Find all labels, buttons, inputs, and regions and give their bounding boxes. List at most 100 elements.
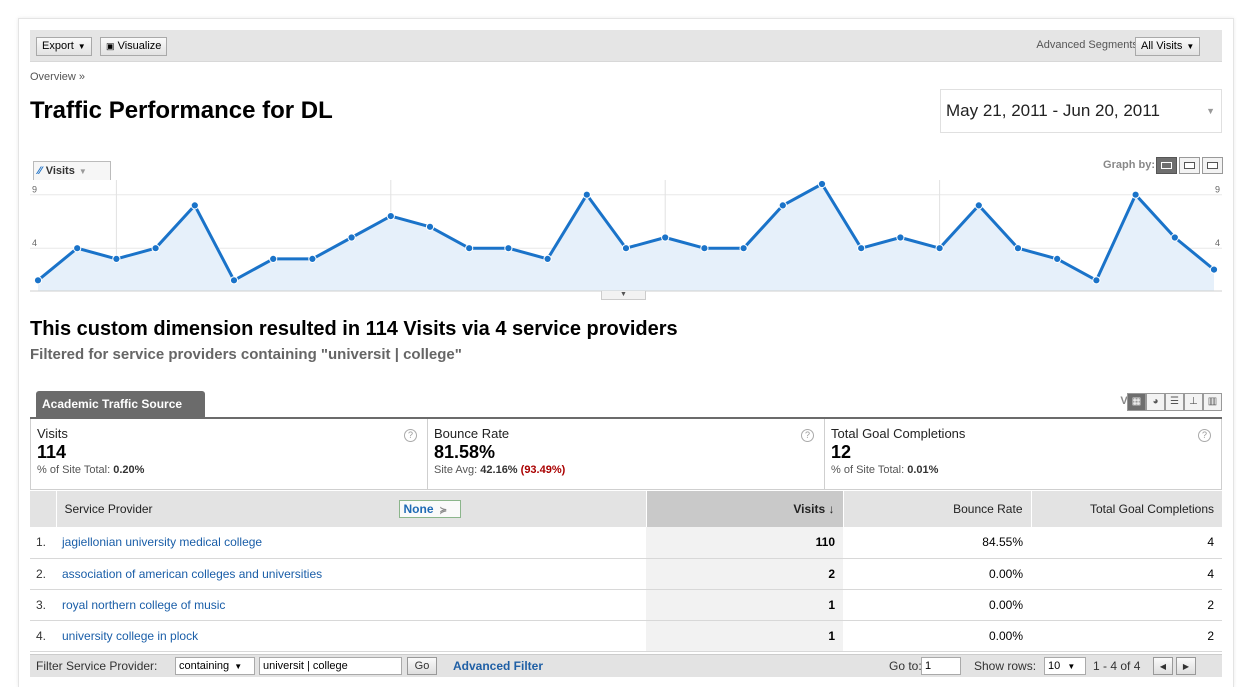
data-point[interactable] [1013,244,1023,253]
bounce-rate-cell: 0.00% [843,589,1031,621]
comparison-view-icon[interactable]: ⊥ [1184,393,1203,411]
y-tick-label-left: 4 [32,238,37,248]
chevron-down-icon: ▼ [234,662,243,671]
index-header [30,491,57,527]
bar-view-icon[interactable]: ☰ [1165,393,1184,411]
filter-label: Filter Service Provider: [36,659,158,673]
metric-visits: Visits 114 % of Site Total: 0.20% ? [31,419,428,489]
help-icon[interactable]: ? [801,429,814,442]
y-tick-label-right: 9 [1215,185,1220,195]
data-point[interactable] [33,276,43,285]
help-icon[interactable]: ? [404,429,417,442]
breadcrumb[interactable]: Overview » [30,71,85,83]
data-point[interactable] [896,233,905,242]
week-icon [1184,162,1195,169]
goal-completions-cell: 4 [1031,558,1222,590]
data-point[interactable] [1209,265,1219,274]
data-point[interactable] [935,244,944,253]
metric-sub-value: 0.01% [907,464,939,476]
pie-view-icon[interactable]: ◕ [1146,393,1165,411]
metric-value: 114 [37,442,67,462]
data-point[interactable] [190,201,199,210]
metric-goal-completions: Total Goal Completions 12 % of Site Tota… [825,419,1221,489]
export-button[interactable]: Export ▼ [36,37,92,56]
tab-academic-traffic-source[interactable]: Academic Traffic Source [36,391,205,417]
export-label: Export [42,40,74,52]
data-point[interactable] [151,244,160,253]
data-table: Service Provider None ≽ Visits ↓ Bounce R… [30,491,1222,652]
table-view-icon[interactable]: ▦ [1127,393,1146,411]
data-point[interactable] [308,254,317,264]
y-tick-label-left: 9 [32,185,37,195]
service-provider-header[interactable]: Service Provider None ≽ [56,491,647,527]
goto-input[interactable]: 1 [921,657,961,675]
chevron-left-icon: ◀ [1159,662,1167,671]
bounce-rate-header[interactable]: Bounce Rate [843,491,1032,527]
data-point[interactable] [661,233,670,242]
pagination-range: 1 - 4 of 4 [1093,659,1141,673]
data-point[interactable] [386,212,395,221]
goal-completions-cell: 2 [1031,589,1222,621]
pivot-view-icon[interactable]: ▥ [1203,393,1222,411]
collapse-chart-toggle[interactable]: ▼ [601,291,646,300]
graph-metric-select[interactable]: ⁄⁄ Visits ▼ [33,161,111,180]
graph-by-day-button[interactable] [1156,157,1177,174]
filter-input[interactable]: universit | college [259,657,402,675]
data-point[interactable] [582,190,591,199]
service-provider-link[interactable]: association of american colleges and uni… [62,567,322,581]
data-point[interactable] [778,201,787,210]
data-point[interactable] [1092,276,1101,285]
data-point[interactable] [739,244,748,253]
metric-name: Visits [37,426,68,441]
data-point[interactable] [1131,190,1140,199]
data-point[interactable] [269,254,278,264]
data-point[interactable] [700,244,709,253]
data-point[interactable] [1053,254,1062,264]
advanced-segments-select[interactable]: All Visits ▼ [1135,37,1201,56]
data-point[interactable] [1170,233,1179,242]
date-range-picker[interactable]: May 21, 2011 - Jun 20, 2011 ▼ [940,89,1222,133]
goal-completions-cell: 2 [1031,620,1222,652]
metric-sub-label: % of Site Total: [37,464,111,476]
data-point[interactable] [543,254,552,264]
filter-go-button[interactable]: Go [407,657,437,675]
service-provider-link[interactable]: university college in plock [62,629,198,643]
summary-subheading: Filtered for service providers containin… [30,346,462,363]
data-point[interactable] [425,222,435,231]
chevron-down-icon: ▼ [77,42,86,51]
data-point[interactable] [857,244,866,253]
metric-sub: % of Site Total: 0.20% [37,464,427,476]
data-point[interactable] [817,180,827,189]
metric-sub-delta: (93.49%) [520,464,566,476]
visits-header[interactable]: Visits ↓ [646,491,844,527]
bounce-rate-cell: 0.00% [843,558,1031,590]
goal-completions-cell: 4 [1031,527,1222,559]
segments-value: All Visits [1141,40,1183,52]
chevron-down-icon: ▼ [78,167,87,176]
secondary-dimension-select[interactable]: None ≽ [398,500,461,518]
data-point[interactable] [974,201,983,210]
graph-by-week-button[interactable] [1179,157,1200,174]
visits-area [38,184,1214,291]
service-provider-link[interactable]: jagiellonian university medical college [62,535,262,549]
graph-by-month-button[interactable] [1202,157,1223,174]
service-provider-link[interactable]: royal northern college of music [62,598,225,612]
data-point[interactable] [229,276,239,285]
data-point[interactable] [73,244,82,253]
data-point[interactable] [621,244,631,253]
filter-mode-select[interactable]: containing ▼ [175,657,255,675]
visualize-button[interactable]: ▣ Visualize [100,37,168,56]
data-point[interactable] [504,244,513,253]
data-point[interactable] [465,244,474,253]
next-page-button[interactable]: ▶ [1176,657,1196,675]
help-icon[interactable]: ? [1198,429,1211,442]
advanced-filter-link[interactable]: Advanced Filter [453,658,543,675]
goal-completions-header[interactable]: Total Goal Completions [1031,491,1222,527]
row-index: 4. [30,620,56,652]
graph-metric-label: Visits [45,165,75,177]
show-rows-select[interactable]: 10 ▼ [1044,657,1086,675]
prev-page-button[interactable]: ◀ [1153,657,1173,675]
data-point[interactable] [347,233,356,242]
service-provider-header-label: Service Provider [64,502,153,516]
data-point[interactable] [112,254,121,264]
